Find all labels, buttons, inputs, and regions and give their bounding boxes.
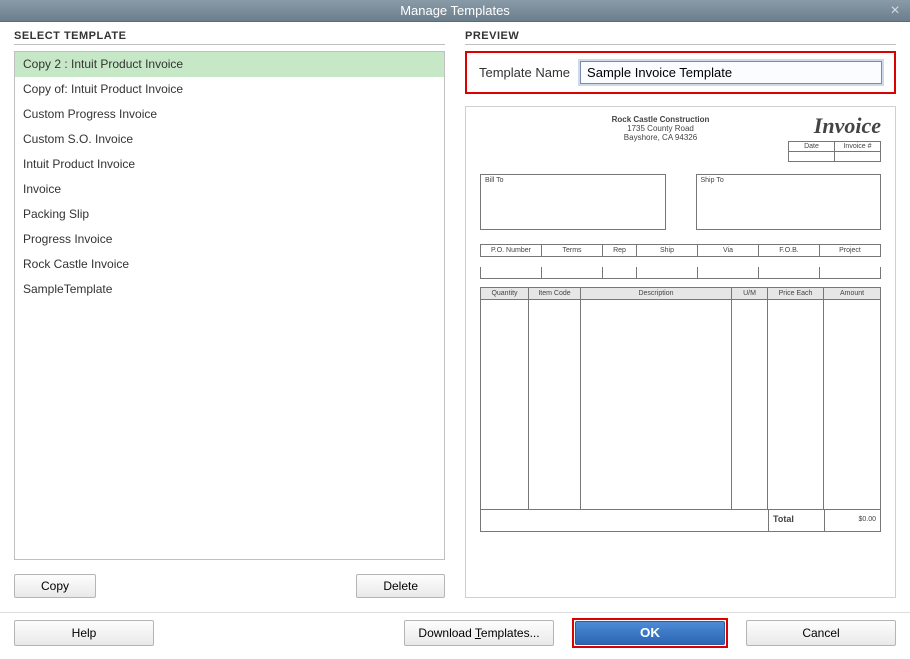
template-item[interactable]: Invoice: [15, 177, 444, 202]
ok-highlight: OK: [572, 618, 728, 648]
invoice-title: Invoice: [771, 113, 881, 139]
template-item[interactable]: Custom S.O. Invoice: [15, 127, 444, 152]
ship-to-box: Ship To: [696, 174, 882, 230]
line-items-body: [480, 300, 881, 510]
template-name-input[interactable]: [580, 61, 882, 84]
detail-header-row1: P.O. Number Terms Rep Ship Via F.O.B. Pr…: [480, 244, 881, 257]
copy-button[interactable]: Copy: [14, 574, 96, 598]
preview-panel: PREVIEW Template Name Rock Castle Constr…: [465, 30, 896, 598]
preview-heading: PREVIEW: [465, 30, 896, 42]
template-item[interactable]: SampleTemplate: [15, 277, 444, 302]
ok-button[interactable]: OK: [575, 621, 725, 645]
template-item[interactable]: Custom Progress Invoice: [15, 102, 444, 127]
help-button[interactable]: Help: [14, 620, 154, 646]
meta-date-header: Date: [789, 142, 835, 152]
bill-to-label: Bill To: [485, 177, 504, 184]
template-item[interactable]: Packing Slip: [15, 202, 444, 227]
meta-invnum-header: Invoice #: [835, 142, 881, 152]
template-name-row: Template Name: [465, 51, 896, 94]
total-value: $0.00: [824, 510, 880, 531]
total-label: Total: [768, 510, 824, 531]
template-name-label: Template Name: [479, 65, 570, 80]
footer-bar: Help Download Templates... OK Cancel: [0, 612, 910, 652]
close-icon[interactable]: ×: [884, 0, 906, 22]
titlebar[interactable]: Manage Templates ×: [0, 0, 910, 22]
company-name: Rock Castle Construction: [550, 115, 771, 124]
ship-to-label: Ship To: [701, 177, 724, 184]
totals-row: Total $0.00: [480, 510, 881, 532]
detail-row1-empty: [480, 267, 881, 279]
company-addr2: Bayshore, CA 94326: [550, 133, 771, 142]
template-item[interactable]: Copy 2 : Intuit Product Invoice: [15, 52, 444, 77]
select-template-panel: SELECT TEMPLATE Copy 2 : Intuit Product …: [14, 30, 445, 598]
invoice-preview: Rock Castle Construction 1735 County Roa…: [465, 106, 896, 598]
bill-to-box: Bill To: [480, 174, 666, 230]
window-title: Manage Templates: [400, 3, 510, 18]
template-item[interactable]: Rock Castle Invoice: [15, 252, 444, 277]
cancel-button[interactable]: Cancel: [746, 620, 896, 646]
company-addr1: 1735 County Road: [550, 124, 771, 133]
line-items-header: Quantity Item Code Description U/M Price…: [480, 287, 881, 300]
template-item[interactable]: Copy of: Intuit Product Invoice: [15, 77, 444, 102]
download-templates-button[interactable]: Download Templates...: [404, 620, 554, 646]
template-item[interactable]: Intuit Product Invoice: [15, 152, 444, 177]
template-list[interactable]: Copy 2 : Intuit Product InvoiceCopy of: …: [14, 51, 445, 560]
delete-button[interactable]: Delete: [356, 574, 445, 598]
template-item[interactable]: Progress Invoice: [15, 227, 444, 252]
select-template-heading: SELECT TEMPLATE: [14, 30, 445, 42]
